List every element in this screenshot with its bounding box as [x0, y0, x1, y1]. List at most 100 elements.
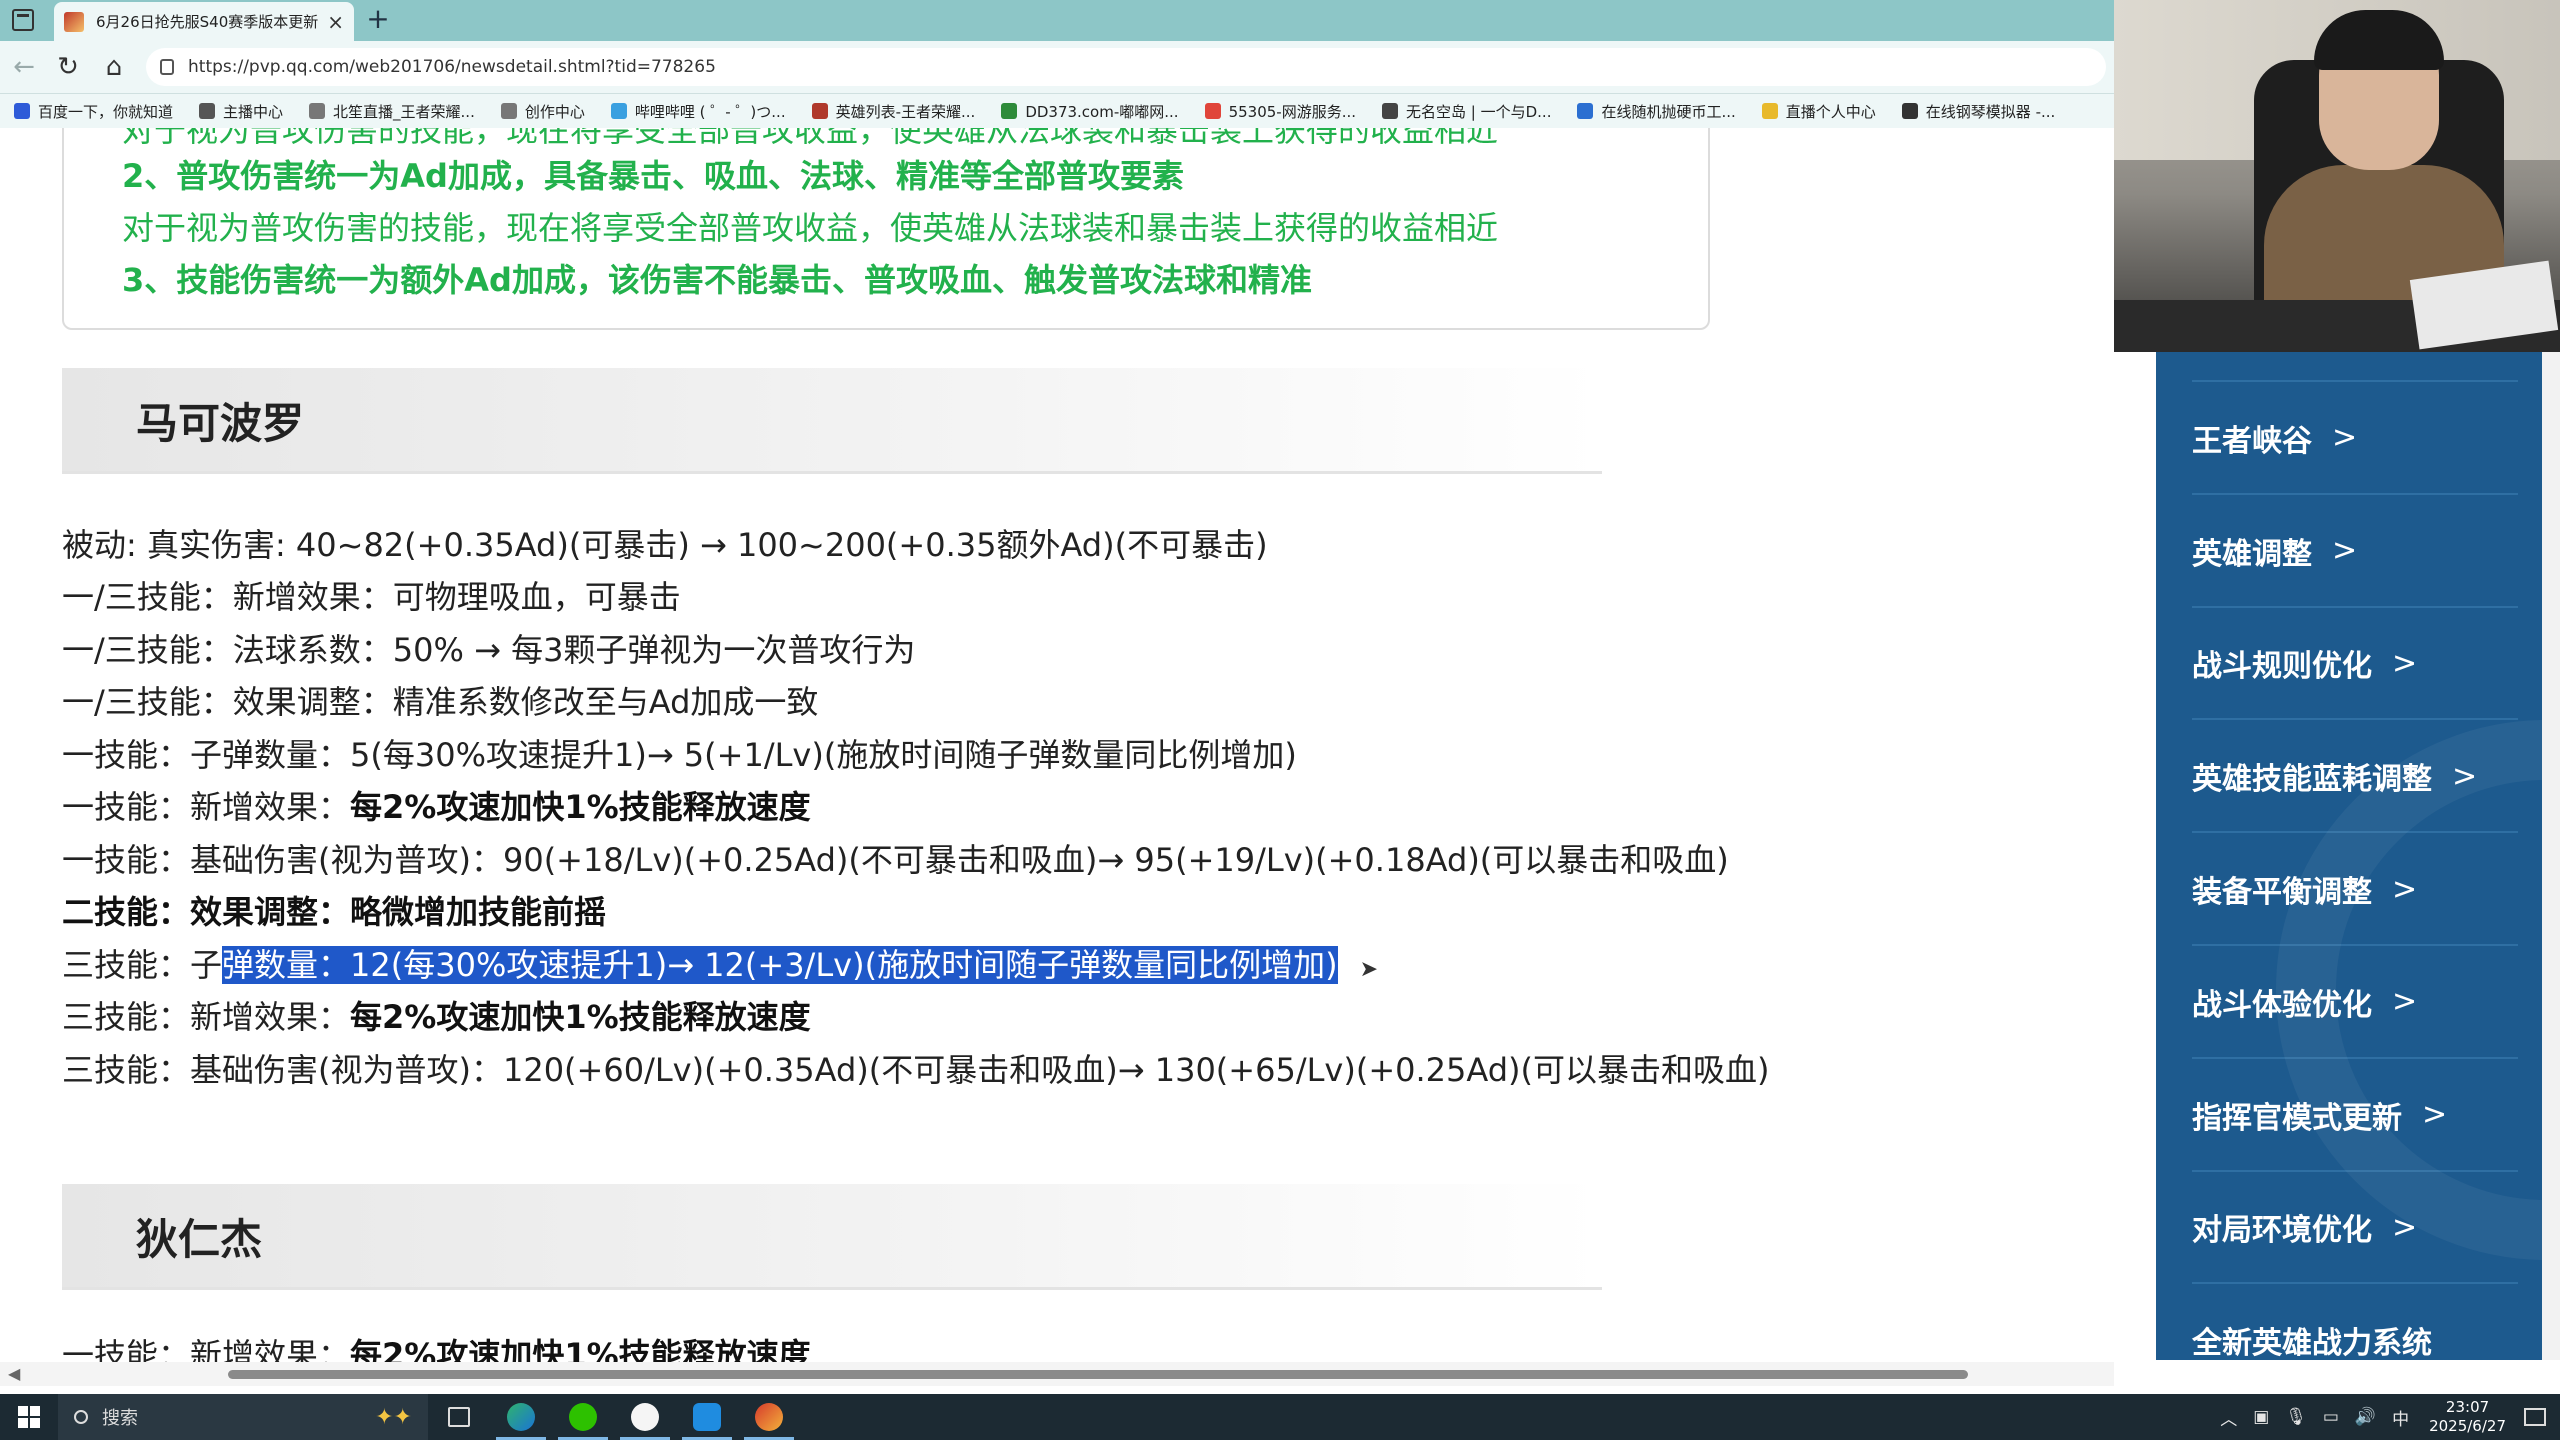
wechat-icon	[569, 1403, 597, 1431]
sidebar-nav-item[interactable]: 装备平衡调整 >	[2192, 834, 2518, 946]
chevron-right-icon: >	[2422, 1097, 2448, 1133]
reload-icon[interactable]: ↻	[52, 51, 84, 83]
window-menu-icon[interactable]	[12, 9, 34, 31]
chevron-right-icon: >	[2392, 871, 2418, 907]
url-input[interactable]: https://pvp.qq.com/web201706/newsdetail.…	[146, 48, 2106, 86]
bookmarks-bar: 百度一下，你就知道 主播中心 北笙直播_王者荣耀... 创作中心 哔哩哔哩 ( ゜- ゜…	[0, 94, 2114, 128]
horizontal-scrollbar[interactable]: ◀	[0, 1362, 2114, 1386]
taskbar-search[interactable]: 搜索 ✦✦	[58, 1394, 428, 1440]
new-tab-button[interactable]: +	[362, 4, 394, 36]
bookmark-label: 直播个人中心	[1785, 102, 1876, 121]
chevron-right-icon: >	[2452, 758, 2478, 794]
search-placeholder: 搜索	[102, 1408, 138, 1429]
search-icon	[74, 1410, 88, 1424]
bookmark-item[interactable]: 主播中心	[199, 101, 283, 122]
sidebar-nav-item[interactable]: 指挥官模式更新 >	[2192, 1060, 2518, 1172]
sidebar-scrollbar[interactable]	[2542, 340, 2560, 1360]
taskbar-app-game[interactable]	[738, 1394, 800, 1440]
taskbar-app-wechat[interactable]	[552, 1394, 614, 1440]
article-page: 对于视为普攻伤害的技能，现在将享受全部普攻收益，使英雄从法球装和暴击装上获得的收…	[0, 128, 2114, 1374]
browser-tab-active[interactable]: 6月26日抢先服S40赛季版本更新公 ×	[54, 2, 354, 41]
volume-icon[interactable]: 🔊	[2355, 1407, 2376, 1427]
sidebar-nav-item[interactable]: 战斗体验优化 >	[2192, 947, 2518, 1059]
microphone-icon[interactable]: 🎙	[2285, 1407, 2307, 1427]
bookmark-favicon-icon	[1577, 103, 1594, 119]
app-icon	[693, 1403, 721, 1431]
bookmark-item[interactable]: DD373.com-嘟嘟网...	[1001, 101, 1179, 122]
bookmark-favicon-icon	[309, 103, 326, 119]
address-bar-row: ← ↻ ⌂ https://pvp.qq.com/web201706/newsd…	[0, 41, 2114, 94]
qq-icon	[631, 1403, 659, 1431]
change-line: 一/三技能：法球系数：50% → 每3颗子弹视为一次普攻行为	[62, 631, 916, 669]
section-nav-sidebar: 新英雄-孙权-上线抢...王者峡谷>英雄调整>战斗规则优化>英雄技能蓝耗调整>装…	[2156, 340, 2542, 1360]
hero-name: 马可波罗	[136, 399, 305, 448]
taskbar-app-qq[interactable]	[614, 1394, 676, 1440]
tab-title: 6月26日抢先服S40赛季版本更新公	[96, 13, 320, 31]
sidebar-nav-item[interactable]: 英雄调整 >	[2192, 496, 2518, 608]
clock-time: 23:07	[2445, 1398, 2490, 1416]
taskbar: 搜索 ✦✦ ︿ ▣ 🎙 ▭ 🔊 中 23:07 2025/6/27	[0, 1394, 2560, 1440]
bookmark-favicon-icon	[1001, 103, 1018, 119]
bookmark-item[interactable]: 无名空岛 | 一个与D...	[1382, 101, 1551, 122]
bookmark-favicon-icon	[199, 103, 216, 119]
ime-indicator[interactable]: 中	[2392, 1405, 2409, 1430]
url-text: https://pvp.qq.com/web201706/newsdetail.…	[188, 57, 716, 77]
change-line: 一技能：基础伤害(视为普攻)：90(+18/Lv)(+0.25Ad)(不可暴击和…	[62, 841, 1729, 879]
tab-favicon-icon	[64, 11, 84, 32]
bookmark-label: 在线随机抛硬币工...	[1601, 102, 1736, 121]
scroll-left-icon[interactable]: ◀	[8, 1364, 20, 1383]
change-line: 一/三技能：效果调整：精准系数修改至与Ad加成一致	[62, 683, 819, 721]
sidebar-nav-item[interactable]: 王者峡谷 >	[2192, 383, 2518, 495]
change-line: 一技能：新增效果：每2%攻速加快1%技能释放速度	[62, 788, 811, 826]
bookmark-favicon-icon	[1204, 103, 1221, 119]
bookmark-item[interactable]: 北笙直播_王者荣耀...	[309, 101, 475, 122]
bookmark-item[interactable]: 英雄列表-王者荣耀...	[811, 101, 976, 122]
start-button[interactable]	[0, 1394, 58, 1440]
change-line: 三技能：基础伤害(视为普攻)：120(+60/Lv)(+0.35Ad)(不可暴击…	[62, 1051, 1770, 1089]
chevron-right-icon: >	[2392, 645, 2418, 681]
bookmark-label: 英雄列表-王者荣耀...	[835, 102, 976, 121]
home-icon[interactable]: ⌂	[98, 51, 130, 83]
bookmark-item[interactable]: 百度一下，你就知道	[14, 101, 173, 122]
hero-section-header: 狄仁杰	[62, 1184, 1602, 1290]
sidebar-nav-item[interactable]: 英雄技能蓝耗调整 >	[2192, 721, 2518, 834]
game-icon	[755, 1403, 783, 1431]
sidebar-nav-item[interactable]: 战斗规则优化 >	[2192, 608, 2518, 721]
change-line-selected: 三技能：子弹数量：12(每30%攻速提升1)→ 12(+3/Lv)(施放时间随子…	[62, 946, 1378, 984]
taskbar-app-edge[interactable]	[490, 1394, 552, 1440]
back-icon[interactable]: ←	[8, 51, 40, 83]
sidebar-nav-label: 战斗体验优化	[2192, 987, 2372, 1023]
tab-close-icon[interactable]: ×	[327, 10, 344, 34]
bookmark-label: 55305-网游服务...	[1228, 102, 1357, 121]
bookmark-item[interactable]: 直播个人中心	[1761, 101, 1876, 122]
sidebar-nav-label: 英雄技能蓝耗调整	[2192, 762, 2432, 798]
task-view-icon	[448, 1407, 470, 1427]
sidebar-nav-label: 对局环境优化	[2192, 1213, 2372, 1249]
chevron-right-icon: >	[2392, 984, 2418, 1020]
bookmark-item[interactable]: 创作中心	[500, 101, 585, 122]
notification-icon[interactable]	[2524, 1408, 2546, 1426]
scrollbar-thumb[interactable]	[228, 1370, 1968, 1379]
bookmark-item[interactable]: 哔哩哔哩 ( ゜- ゜)つ...	[610, 101, 786, 122]
mouse-cursor-icon: ➤	[1359, 957, 1378, 982]
rule-line: 3、技能伤害统一为额外Ad加成，该伤害不能暴击、普攻吸血、触发普攻法球和精准	[122, 261, 1312, 299]
bookmark-item[interactable]: 在线钢琴模拟器 -...	[1901, 101, 2056, 122]
task-view-button[interactable]	[428, 1394, 490, 1440]
taskbar-app-blue[interactable]	[676, 1394, 738, 1440]
network-icon[interactable]: ▭	[2323, 1407, 2339, 1427]
bookmark-favicon-icon	[14, 103, 30, 119]
bookmark-label: 在线钢琴模拟器 -...	[1925, 102, 2056, 121]
sidebar-nav-item[interactable]: 对局环境优化 >	[2192, 1172, 2518, 1285]
bookmark-item[interactable]: 55305-网游服务...	[1204, 101, 1357, 122]
bookmark-label: 百度一下，你就知道	[38, 102, 174, 121]
clock-date: 2025/6/27	[2429, 1417, 2506, 1435]
sidebar-nav-label: 全新英雄战力系统	[2192, 1326, 2432, 1360]
change-line: 一/三技能：新增效果：可物理吸血，可暴击	[62, 578, 681, 616]
clock[interactable]: 23:07 2025/6/27	[2429, 1398, 2506, 1436]
sidebar-nav-item[interactable]: 全新英雄战力系统	[2192, 1285, 2518, 1360]
sidebar-nav-label: 战斗规则优化	[2192, 649, 2372, 685]
chevron-up-icon[interactable]: ︿	[2220, 1405, 2237, 1430]
bookmark-label: 北笙直播_王者荣耀...	[333, 102, 475, 121]
bookmark-item[interactable]: 在线随机抛硬币工...	[1577, 101, 1736, 122]
tray-app-icon[interactable]: ▣	[2253, 1407, 2269, 1427]
